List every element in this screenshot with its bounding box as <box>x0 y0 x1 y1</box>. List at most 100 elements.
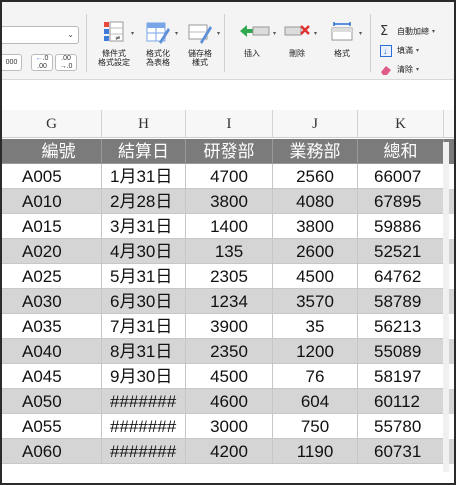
table-cell[interactable]: A040 <box>2 339 102 364</box>
table-cell[interactable]: 4080 <box>273 189 358 214</box>
table-cell[interactable]: A055 <box>2 414 102 439</box>
format-cells-button[interactable]: ▾ 格式 <box>322 20 362 58</box>
decrease-decimal-button[interactable]: .00 →.0 <box>55 54 77 71</box>
column-header-j[interactable]: J <box>273 110 358 138</box>
table-cell[interactable]: 59886 <box>358 214 444 239</box>
conditional-formatting-label: 條件式 格式設定 <box>98 49 130 67</box>
table-header-cell[interactable]: 總和 <box>358 139 444 164</box>
autosum-label: 自動加總 <box>397 27 429 36</box>
clear-label: 清除 <box>397 65 413 74</box>
table-cell[interactable]: 1234 <box>186 289 273 314</box>
table-cell[interactable]: 7月31日 <box>102 314 186 339</box>
table-cell[interactable]: ####### <box>102 414 186 439</box>
table-cell[interactable]: 750 <box>273 414 358 439</box>
table-row: A045 9月30日 4500 76 58197 <box>2 364 454 389</box>
table-cell[interactable]: 5月31日 <box>102 264 186 289</box>
table-cell[interactable]: 3000 <box>186 414 273 439</box>
table-cell[interactable]: 56213 <box>358 314 444 339</box>
table-cell[interactable]: 1190 <box>273 439 358 464</box>
table-cell[interactable]: 604 <box>273 389 358 414</box>
column-header-i[interactable]: I <box>186 110 273 138</box>
table-cell[interactable]: 66007 <box>358 164 444 189</box>
number-format-dropdown[interactable]: ⌄ <box>2 26 79 44</box>
table-cell[interactable]: 6月30日 <box>102 289 186 314</box>
chevron-down-icon: ▾ <box>432 29 436 35</box>
table-cell[interactable]: 52521 <box>358 239 444 264</box>
column-header-g[interactable]: G <box>2 110 102 138</box>
table-cell[interactable]: ####### <box>102 439 186 464</box>
table-cell[interactable]: 3800 <box>186 189 273 214</box>
table-row: A035 7月31日 3900 35 56213 <box>2 314 454 339</box>
delete-cells-button[interactable]: ▾ 刪除 <box>278 20 317 58</box>
number-format-group: 000 ←.0.00 .00 →.0 <box>2 54 82 72</box>
format-as-table-button[interactable]: ▾ 格式化 為表格 <box>138 20 178 67</box>
table-cell[interactable]: 135 <box>186 239 273 264</box>
table-cell[interactable]: 1200 <box>273 339 358 364</box>
table-row: A060 ####### 4200 1190 60731 <box>2 439 454 464</box>
table-cell[interactable]: A060 <box>2 439 102 464</box>
vertical-scrollbar[interactable] <box>443 142 449 472</box>
table-cell[interactable]: A020 <box>2 239 102 264</box>
table-cell[interactable]: 1400 <box>186 214 273 239</box>
table-cell[interactable]: 4500 <box>186 364 273 389</box>
table-cell[interactable]: 55780 <box>358 414 444 439</box>
table-cell[interactable]: A050 <box>2 389 102 414</box>
table-cell[interactable]: 4700 <box>186 164 273 189</box>
table-header-cell[interactable]: 結算日 <box>102 139 186 164</box>
column-header-k[interactable]: K <box>358 110 444 138</box>
table-header-cell[interactable]: 研發部 <box>186 139 273 164</box>
table-cell[interactable]: 2600 <box>273 239 358 264</box>
table-cell[interactable]: 4500 <box>273 264 358 289</box>
table-cell[interactable]: A025 <box>2 264 102 289</box>
table-cell[interactable]: 2350 <box>186 339 273 364</box>
cell-styles-label: 儲存格 樣式 <box>188 49 212 67</box>
table-cell[interactable]: 55089 <box>358 339 444 364</box>
table-cell[interactable]: A010 <box>2 189 102 214</box>
clear-button[interactable]: 清除 ▾ <box>380 60 454 79</box>
fill-button[interactable]: ↓ 填滿 ▾ <box>380 41 454 60</box>
table-cell[interactable]: 3570 <box>273 289 358 314</box>
cell-styles-button[interactable]: ▾ 儲存格 樣式 <box>182 20 220 67</box>
table-cell[interactable]: A045 <box>2 364 102 389</box>
table-cell[interactable]: 8月31日 <box>102 339 186 364</box>
ribbon-home: ⌄ 000 ←.0.00 .00 →.0 ≠ ▾ 條件式 格式設定 ▾ 格式化 … <box>2 2 454 80</box>
table-cell[interactable]: 2305 <box>186 264 273 289</box>
table-header-cell[interactable]: 編號 <box>2 139 102 164</box>
table-header-cell[interactable]: 業務部 <box>273 139 358 164</box>
insert-cells-button[interactable]: ▾ 插入 <box>232 20 276 58</box>
table-cell[interactable]: 64762 <box>358 264 444 289</box>
table-cell[interactable]: 4200 <box>186 439 273 464</box>
excel-window: ⌄ 000 ←.0.00 .00 →.0 ≠ ▾ 條件式 格式設定 ▾ 格式化 … <box>0 0 456 485</box>
sigma-icon: Σ <box>380 23 389 39</box>
table-cell[interactable]: 4月30日 <box>102 239 186 264</box>
table-cell[interactable]: 2月28日 <box>102 189 186 214</box>
table-cell[interactable]: 58789 <box>358 289 444 314</box>
table-cell[interactable]: 35 <box>273 314 358 339</box>
table-row: A040 8月31日 2350 1200 55089 <box>2 339 454 364</box>
table-row: A055 ####### 3000 750 55780 <box>2 414 454 439</box>
autosum-button[interactable]: Σ 自動加總 ▾ <box>380 22 454 41</box>
svg-text:≠: ≠ <box>115 34 121 42</box>
table-cell[interactable]: 4600 <box>186 389 273 414</box>
increase-decimal-button[interactable]: ←.0.00 <box>31 54 53 71</box>
table-cell[interactable]: 76 <box>273 364 358 389</box>
table-cell[interactable]: A030 <box>2 289 102 314</box>
table-cell[interactable]: A005 <box>2 164 102 189</box>
table-cell[interactable]: A035 <box>2 314 102 339</box>
format-as-table-label: 格式化 為表格 <box>146 49 170 67</box>
table-cell[interactable]: 58197 <box>358 364 444 389</box>
table-cell[interactable]: 60112 <box>358 389 444 414</box>
table-cell[interactable]: 9月30日 <box>102 364 186 389</box>
table-cell[interactable]: 67895 <box>358 189 444 214</box>
table-cell[interactable]: 60731 <box>358 439 444 464</box>
column-header-h[interactable]: H <box>102 110 186 138</box>
table-cell[interactable]: A015 <box>2 214 102 239</box>
table-cell[interactable]: 3800 <box>273 214 358 239</box>
conditional-formatting-button[interactable]: ≠ ▾ 條件式 格式設定 <box>94 20 134 67</box>
table-cell[interactable]: 2560 <box>273 164 358 189</box>
table-cell[interactable]: 1月31日 <box>102 164 186 189</box>
table-cell[interactable]: ####### <box>102 389 186 414</box>
table-cell[interactable]: 3月31日 <box>102 214 186 239</box>
table-cell[interactable]: 3900 <box>186 314 273 339</box>
thousands-style-button[interactable]: 000 <box>2 54 22 71</box>
